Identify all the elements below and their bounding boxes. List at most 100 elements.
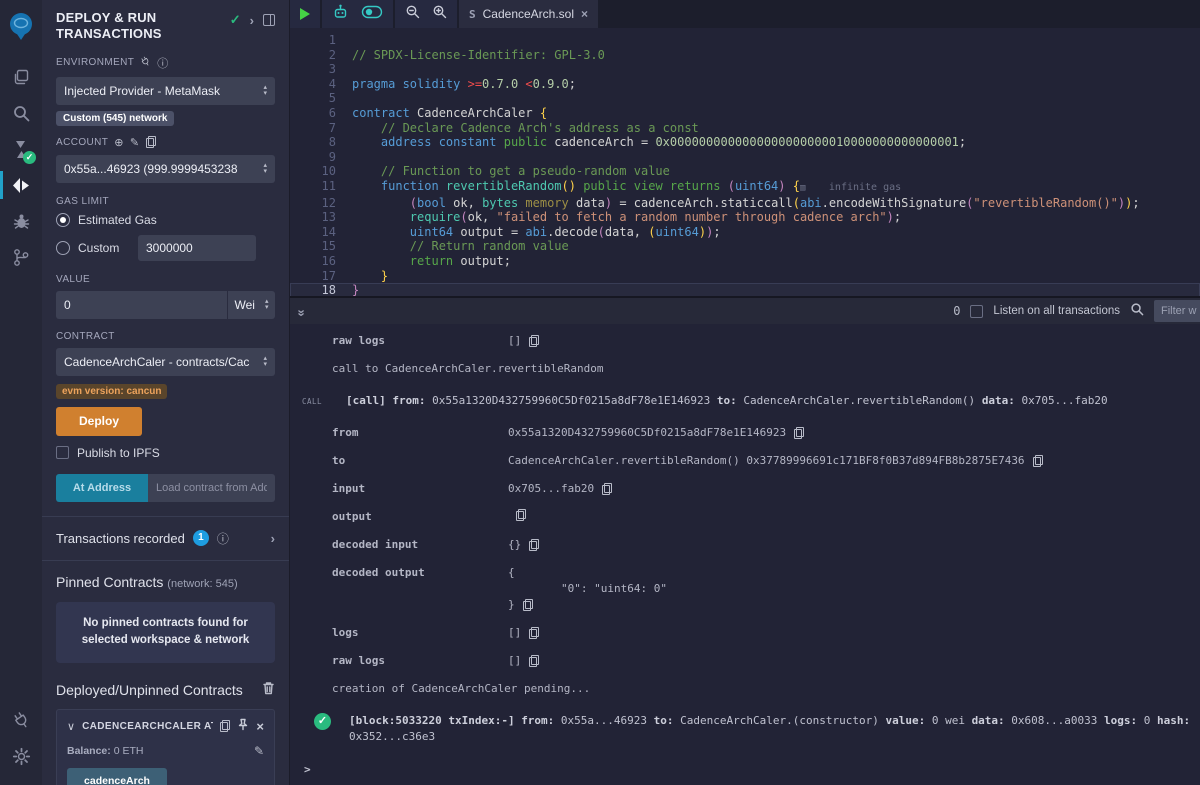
copy-icon[interactable]	[529, 655, 539, 667]
remix-logo-icon[interactable]	[0, 6, 42, 46]
deployed-contracts-title-row: Deployed/Unpinned Contracts	[56, 681, 275, 698]
copy-address-icon[interactable]	[220, 720, 230, 732]
file-explorer-icon[interactable]	[0, 60, 42, 94]
pinned-network-subtitle: (network: 545)	[167, 578, 237, 590]
tab-close-icon[interactable]: ×	[581, 7, 588, 21]
code-line[interactable]: 15 // Return random value	[290, 239, 1200, 254]
collapse-chevron-icon[interactable]: ∨	[67, 720, 75, 733]
copy-account-icon[interactable]	[146, 136, 156, 148]
sign-message-icon[interactable]: ✎	[130, 136, 140, 149]
terminal-call-row[interactable]: call[call] from: 0x55a1320D432759960C5Df…	[302, 393, 1200, 409]
zoom-in-icon[interactable]	[432, 4, 447, 24]
terminal-expand-icon[interactable]: »	[295, 309, 310, 313]
copy-icon[interactable]	[529, 627, 539, 639]
code-line[interactable]: 12 (bool ok, bytes memory data) = cadenc…	[290, 196, 1200, 211]
account-select[interactable]: 0x55a...46923 (999.9999453238 ▴▾	[56, 155, 275, 183]
deploy-and-run-icon[interactable]	[0, 168, 42, 202]
line-number: 2	[290, 48, 352, 63]
code-line[interactable]: 10 // Function to get a pseudo-random va…	[290, 164, 1200, 179]
code-line[interactable]: 16 return output;	[290, 254, 1200, 269]
plug-icon[interactable]	[140, 56, 151, 70]
edit-balance-icon[interactable]: ✎	[254, 744, 264, 758]
line-number: 5	[290, 91, 352, 106]
kv-value: {}	[508, 537, 539, 553]
code-line[interactable]: 14 uint64 output = abi.decode(data, (uin…	[290, 225, 1200, 240]
code-line[interactable]: 2// SPDX-License-Identifier: GPL-3.0	[290, 48, 1200, 63]
terminal-search-icon[interactable]	[1130, 302, 1144, 321]
code-line[interactable]: 9	[290, 150, 1200, 165]
panel-title: DEPLOY & RUN TRANSACTIONS	[56, 10, 206, 43]
code-line[interactable]: 3	[290, 62, 1200, 77]
close-icon[interactable]: ×	[256, 719, 264, 734]
ai-toggle-icon[interactable]	[361, 5, 383, 24]
plugin-manager-icon[interactable]	[0, 703, 42, 737]
terminal-prompt[interactable]: >	[304, 763, 1200, 776]
panel-pin-view-icon[interactable]	[263, 14, 275, 26]
code-line[interactable]: 18}	[290, 283, 1200, 296]
line-number: 11	[290, 179, 352, 196]
line-number: 6	[290, 106, 352, 121]
kv-value: []	[508, 653, 539, 669]
code-lines: 1 2// SPDX-License-Identifier: GPL-3.03 …	[290, 33, 1200, 296]
code-editor[interactable]: 1 2// SPDX-License-Identifier: GPL-3.03 …	[290, 28, 1200, 296]
call-tag: call	[302, 393, 346, 409]
transactions-info-icon[interactable]: ⓘ	[217, 530, 229, 547]
tab-cadencearch-sol[interactable]: S CadenceArch.sol ×	[459, 0, 598, 28]
terminal-block-row[interactable]: ✓[block:5033220 txIndex:-] from: 0x55a..…	[302, 713, 1200, 745]
copy-icon[interactable]	[602, 483, 612, 495]
add-account-icon[interactable]: ⊕	[114, 136, 124, 149]
trash-icon[interactable]	[262, 681, 275, 698]
copy-icon[interactable]	[529, 335, 539, 347]
stepper-icon: ▴▾	[263, 163, 267, 175]
settings-gear-icon[interactable]	[0, 739, 42, 773]
panel-forward-icon[interactable]: ›	[250, 13, 254, 28]
copy-icon[interactable]	[516, 509, 526, 521]
contract-select[interactable]: CadenceArchCaler - contracts/Cac ▴▾	[56, 348, 275, 376]
at-address-input[interactable]	[148, 474, 275, 502]
listen-all-checkbox[interactable]	[970, 305, 983, 318]
value-unit-select[interactable]: Wei ▴▾	[227, 291, 275, 319]
editor-toolbar: S CadenceArch.sol ×	[290, 0, 1200, 28]
at-address-button[interactable]: At Address	[56, 474, 148, 502]
value-unit: Wei	[235, 298, 255, 312]
value-input[interactable]	[56, 291, 227, 319]
code-line[interactable]: 11 function revertibleRandom() public vi…	[290, 179, 1200, 196]
ai-assistant-robot-icon[interactable]	[332, 4, 349, 25]
run-script-icon[interactable]	[300, 8, 310, 20]
transactions-expand-icon[interactable]: ›	[271, 531, 275, 546]
environment-select[interactable]: Injected Provider - MetaMask ▴▾	[56, 77, 275, 105]
code-line[interactable]: 13 require(ok, "failed to fetch a random…	[290, 210, 1200, 225]
git-icon[interactable]	[0, 240, 42, 274]
pin-icon[interactable]	[237, 718, 249, 734]
zoom-out-icon[interactable]	[405, 4, 420, 24]
search-icon[interactable]	[0, 96, 42, 130]
copy-icon[interactable]	[794, 427, 804, 439]
code-line[interactable]: 4pragma solidity >=0.7.0 <0.9.0;	[290, 77, 1200, 92]
environment-info-icon[interactable]: ⓘ	[157, 55, 168, 71]
deploy-run-panel: DEPLOY & RUN TRANSACTIONS ✓ › ENVIRONMEN…	[42, 0, 290, 785]
code-text: (bool ok, bytes memory data) = cadenceAr…	[352, 196, 1200, 211]
line-number: 1	[290, 33, 352, 48]
copy-icon[interactable]	[1033, 455, 1043, 467]
code-line[interactable]: 1	[290, 33, 1200, 48]
terminal-filter-input[interactable]	[1154, 300, 1200, 322]
code-text: return output;	[352, 254, 1200, 269]
deploy-button[interactable]: Deploy	[56, 407, 142, 436]
custom-gas-radio[interactable]	[56, 241, 70, 255]
cadencearch-function-button[interactable]: cadenceArch	[67, 768, 167, 785]
code-line[interactable]: 17 }	[290, 269, 1200, 284]
kv-label: decoded output	[332, 565, 508, 581]
copy-icon[interactable]	[529, 539, 539, 551]
debugger-icon[interactable]	[0, 204, 42, 238]
terminal-kv-row: toCadenceArchCaler.revertibleRandom() 0x…	[302, 453, 1200, 469]
publish-ipfs-checkbox[interactable]	[56, 446, 69, 459]
estimated-gas-radio[interactable]	[56, 213, 70, 227]
custom-gas-input[interactable]	[138, 235, 256, 261]
code-line[interactable]: 7 // Declare Cadence Arch's address as a…	[290, 121, 1200, 136]
solidity-compiler-icon[interactable]: ✓	[0, 132, 42, 166]
terminal-body[interactable]: raw logs[]call to CadenceArchCaler.rever…	[290, 324, 1200, 785]
code-line[interactable]: 6contract CadenceArchCaler {	[290, 106, 1200, 121]
copy-icon[interactable]	[523, 599, 533, 611]
code-line[interactable]: 8 address constant public cadenceArch = …	[290, 135, 1200, 150]
code-line[interactable]: 5	[290, 91, 1200, 106]
